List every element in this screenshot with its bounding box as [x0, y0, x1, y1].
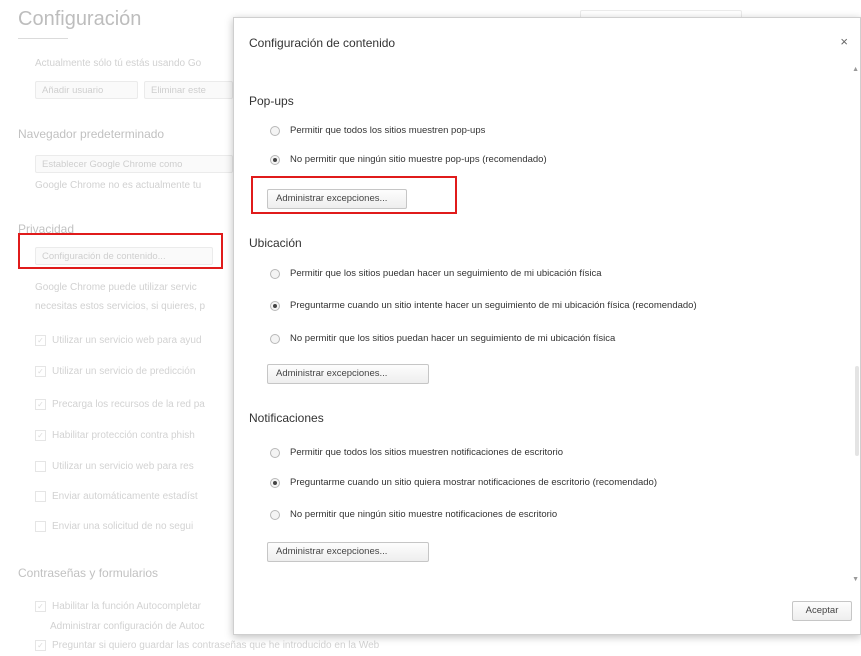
scroll-down-icon[interactable]: ▼: [852, 576, 859, 583]
radio-icon[interactable]: [270, 125, 280, 136]
highlight-content-settings: [18, 233, 223, 269]
dialog-scrollbar[interactable]: ▲ ▼: [852, 66, 860, 586]
content-settings-dialog: Configuración de contenido × ▲ ▼ Pop-ups…: [233, 17, 861, 635]
location-manage-exceptions-button[interactable]: Administrar excepciones...: [267, 364, 429, 384]
notifications-manage-exceptions-button[interactable]: Administrar excepciones...: [267, 542, 429, 562]
location-option-allow[interactable]: Permitir que los sitios puedan hacer un …: [270, 268, 602, 279]
radio-icon[interactable]: [270, 268, 280, 279]
close-icon[interactable]: ×: [840, 34, 848, 49]
location-option-ask[interactable]: Preguntarme cuando un sitio intente hace…: [270, 300, 697, 311]
notifications-heading: Notificaciones: [249, 411, 324, 425]
location-heading: Ubicación: [249, 236, 302, 250]
location-option-block[interactable]: No permitir que los sitios puedan hacer …: [270, 333, 615, 344]
notifications-option-block[interactable]: No permitir que ningún sitio muestre not…: [270, 509, 557, 520]
popups-option-block[interactable]: No permitir que ningún sitio muestre pop…: [270, 154, 547, 165]
scrollbar-thumb[interactable]: [855, 366, 859, 456]
radio-icon[interactable]: [270, 509, 280, 520]
notifications-option-ask[interactable]: Preguntarme cuando un sitio quiera mostr…: [270, 477, 657, 488]
radio-selected-icon[interactable]: [270, 300, 280, 311]
notifications-option-allow[interactable]: Permitir que todos los sitios muestren n…: [270, 447, 563, 458]
radio-icon[interactable]: [270, 333, 280, 344]
scroll-up-icon[interactable]: ▲: [852, 66, 859, 73]
popups-heading: Pop-ups: [249, 94, 294, 108]
radio-selected-icon[interactable]: [270, 154, 280, 165]
highlight-manage-exceptions: [251, 176, 457, 214]
accept-button[interactable]: Aceptar: [792, 601, 852, 621]
popups-option-allow[interactable]: Permitir que todos los sitios muestren p…: [270, 125, 485, 136]
radio-selected-icon[interactable]: [270, 477, 280, 488]
radio-icon[interactable]: [270, 447, 280, 458]
dialog-title: Configuración de contenido: [249, 36, 396, 50]
